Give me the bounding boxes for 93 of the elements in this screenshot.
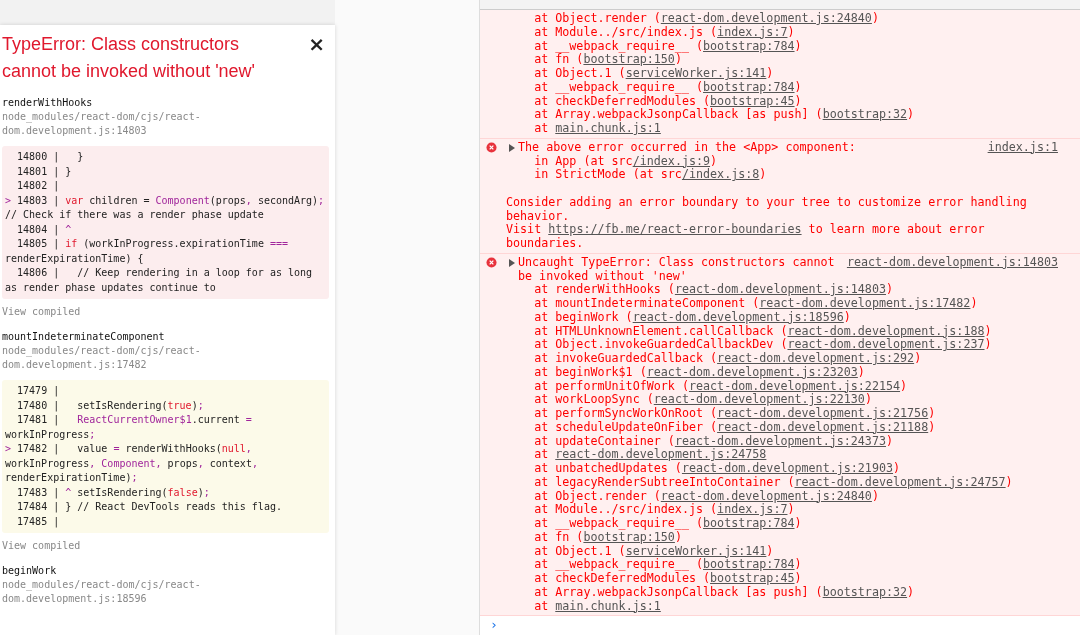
function-name: beginWork	[2, 564, 58, 578]
expand-triangle-icon[interactable]	[509, 143, 515, 152]
stack-line: at checkDeferredModules (bootstrap:45)	[533, 94, 803, 108]
stack-line: at __webpack_require__ (bootstrap:784)	[533, 39, 803, 54]
error-message: The above error occurred in the <App> component:	[518, 140, 857, 155]
stack-line: at Module../src/index.js (index.js:7)	[533, 503, 795, 517]
stack-link[interactable]: react-dom.development.js:17482	[759, 296, 971, 310]
stack-link[interactable]: index.js:7	[717, 502, 788, 517]
stack-link[interactable]: react-dom.development.js:24373	[674, 433, 886, 448]
stack-link[interactable]: serviceWorker.js:141	[625, 543, 767, 558]
stack-link[interactable]: react-dom.development.js:22154	[688, 378, 901, 393]
stack-link[interactable]: bootstrap:150	[583, 52, 675, 67]
stack-link[interactable]: bootstrap:45	[710, 93, 795, 108]
stack-link[interactable]: react-dom.development.js:22130	[653, 392, 865, 407]
stack-line: at main.chunk.js:1	[533, 122, 662, 136]
stack-line: at mountIndeterminateComponent (react-dom.development.js:17482)	[533, 297, 979, 311]
file-path: node_modules/react-dom/cjs/react-dom.development.js:14803	[2, 110, 202, 138]
stack-line: at scheduleUpdateOnFiber (react-dom.development.js:21188)	[533, 420, 937, 435]
stack-line: at Object.1 (serviceWorker.js:141)	[533, 544, 775, 558]
stack-line: at workLoopSync (react-dom.development.js:22130)	[533, 393, 872, 407]
stack-line: at beginWork$1 (react-dom.development.js:23203)	[533, 365, 865, 380]
stack-link[interactable]: react-dom.development.js:24840	[660, 11, 872, 25]
console-prompt[interactable]: ›	[480, 616, 1080, 635]
stack-line: at __webpack_require__ (bootstrap:784)	[533, 80, 803, 95]
expand-triangle-icon[interactable]	[509, 258, 515, 267]
docs-link[interactable]: https://fb.me/react-error-boundaries	[548, 222, 802, 237]
stack-link[interactable]: react-dom.development.js:188	[787, 323, 985, 338]
stack-line: at renderWithHooks (react-dom.development.js:14803)	[533, 283, 895, 297]
stack-line: at Object.invokeGuardedCallbackDev (react-dom.development.js:237)	[533, 338, 993, 352]
stack-line: at performUnitOfWork (react-dom.development.js:22154)	[533, 379, 909, 393]
view-compiled-link[interactable]: View compiled	[2, 305, 329, 319]
function-name: renderWithHooks	[2, 96, 94, 110]
stack-link[interactable]: react-dom.development.js:24758	[555, 447, 767, 462]
stack-link[interactable]: index.js:7	[717, 24, 788, 39]
error-title: TypeError: Class constructors cannot be invoked without 'new'	[2, 33, 257, 83]
stack-line: at checkDeferredModules (bootstrap:45)	[533, 572, 803, 586]
stack-line: at __webpack_require__ (bootstrap:784)	[533, 558, 803, 572]
stack-link[interactable]: react-dom.development.js:21756	[717, 406, 929, 420]
stack-link[interactable]: bootstrap:32	[822, 584, 908, 599]
file-path: node_modules/react-dom/cjs/react-dom.development.js:18596	[2, 578, 202, 606]
stack-link[interactable]: react-dom.development.js:18596	[632, 309, 844, 324]
stack-line: at fn (bootstrap:150)	[533, 530, 682, 545]
stack-link[interactable]: react-dom.development.js:14803	[674, 282, 886, 297]
stack-link[interactable]: react-dom.development.js:21188	[717, 419, 929, 434]
error-icon	[486, 141, 497, 153]
stack-line: at __webpack_require__ (bootstrap:784)	[533, 517, 803, 531]
stack-link[interactable]: bootstrap:32	[822, 107, 908, 122]
function-name: mountIndeterminateComponent	[2, 330, 166, 344]
stack-line: at invokeGuardedCallback (react-dom.development.js:292)	[533, 352, 923, 366]
stack-line: at beginWork (react-dom.development.js:18596)	[533, 310, 851, 325]
stack-link[interactable]: bootstrap:784	[703, 557, 795, 572]
stack-line: at unbatchedUpdates (react-dom.development.js:21903)	[533, 462, 902, 476]
stack-line: at Module../src/index.js (index.js:7)	[533, 25, 795, 40]
code-snippet: 17479 | 17480 | setIsRendering(true); 17481 | ReactCurrentOwner$1.current = workInProgress; > 17482 | value = renderWithHooks(null, workInProgress, Component, props, context, renderExpirationTime); 17483 | ^ setIsRendering(false); 17484 | } // React DevTools reads this flag. 17485 |	[2, 380, 329, 533]
stack-line: at Object.render (react-dom.development.js:24840)	[533, 12, 880, 26]
stack-link[interactable]: /index.js:9	[632, 153, 711, 168]
stack-link[interactable]: react-dom.development.js:21903	[681, 461, 894, 475]
stack-link[interactable]: main.chunk.js:1	[555, 121, 661, 135]
stack-link[interactable]: serviceWorker.js:141	[625, 66, 767, 80]
stack-line: at Array.webpackJsonpCallback [as push] (bootstrap:32)	[533, 585, 916, 600]
source-link[interactable]: react-dom.development.js:14803	[846, 255, 1058, 270]
stack-line: at performSyncWorkOnRoot (react-dom.development.js:21756)	[533, 407, 937, 421]
stack-line: at HTMLUnknownElement.callCallback (react-dom.development.js:188)	[533, 324, 993, 338]
source-link[interactable]: index.js:1	[987, 140, 1058, 155]
stack-line: at updateContainer (react-dom.development.js:24373)	[533, 434, 894, 448]
hint-text: Consider adding an error boundary to your tree to customize error handling behavior.	[506, 195, 1028, 223]
stack-line: at Array.webpackJsonpCallback [as push] (bootstrap:32)	[533, 108, 916, 122]
stack-link[interactable]: react-dom.development.js:292	[717, 351, 915, 365]
stack-link[interactable]: react-dom.development.js:237	[787, 337, 985, 352]
stack-link[interactable]: /index.js:8	[681, 167, 760, 182]
stack-link[interactable]: bootstrap:784	[703, 516, 795, 530]
stack-link[interactable]: main.chunk.js:1	[555, 598, 661, 613]
error-icon	[486, 256, 497, 268]
view-compiled-link[interactable]: View compiled	[2, 539, 329, 553]
stack-link[interactable]: react-dom.development.js:24840	[660, 488, 872, 503]
stack-link[interactable]: bootstrap:150	[583, 529, 675, 544]
code-snippet: 14800 | } 14801 | } 14802 | > 14803 | var children = Component(props, secondArg); // Check if there was a render phase update 14804 | ^ 14805 | if (workInProgress.expirationTime === renderExpirationTime) { 14806 | // Keep rendering in a loop for as long as render phase updates continue to	[2, 146, 329, 299]
stack-line: in App (at src/index.js:9)	[533, 154, 719, 168]
stack-line: at legacyRenderSubtreeIntoContainer (react-dom.development.js:24757)	[533, 475, 1014, 490]
stack-link[interactable]: react-dom.development.js:24757	[794, 474, 1006, 489]
hint-text: Visit https://fb.me/react-error-boundaries to learn more about error boundaries.	[506, 223, 986, 251]
stack-line: at Object.render (react-dom.development.js:24840)	[533, 489, 879, 503]
file-path: node_modules/react-dom/cjs/react-dom.development.js:17482	[2, 344, 202, 372]
stack-line: in StrictMode (at src/index.js:8)	[533, 168, 768, 182]
stack-line: at fn (bootstrap:150)	[533, 53, 682, 67]
stack-link[interactable]: bootstrap:784	[703, 38, 795, 53]
close-button[interactable]: ×	[304, 31, 329, 58]
stack-line: at Object.1 (serviceWorker.js:141)	[533, 67, 775, 81]
stack-link[interactable]: bootstrap:45	[710, 571, 795, 585]
stack-line: at react-dom.development.js:24758	[533, 448, 767, 462]
stack-link[interactable]: react-dom.development.js:23203	[646, 364, 858, 379]
stack-line: at main.chunk.js:1	[533, 599, 661, 614]
stack-link[interactable]: bootstrap:784	[703, 79, 795, 94]
